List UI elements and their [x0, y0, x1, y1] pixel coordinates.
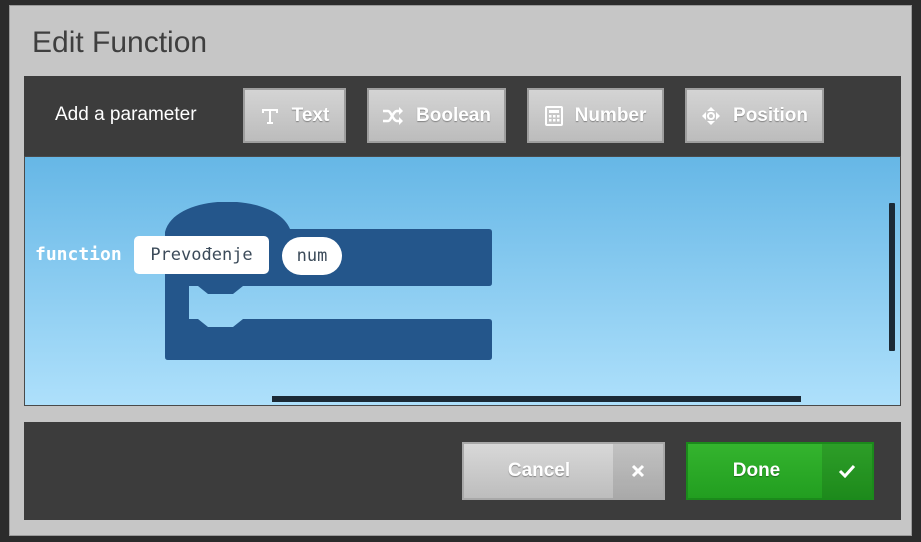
dialog-title: Edit Function	[32, 26, 208, 59]
check-icon	[822, 444, 872, 498]
boolean-button-label: Boolean	[416, 104, 491, 126]
text-button-label: Text	[291, 104, 330, 126]
move-icon	[701, 106, 721, 126]
calculator-icon	[544, 105, 563, 126]
parameter-chip-num[interactable]: num	[282, 237, 342, 275]
function-name-field[interactable]: Prevođenje	[134, 236, 269, 274]
horizontal-scrollbar[interactable]	[272, 396, 801, 402]
function-keyword: function	[35, 244, 122, 265]
shuffle-icon	[382, 106, 404, 126]
function-definition-block[interactable]	[165, 202, 495, 402]
position-button-label: Position	[733, 104, 808, 126]
add-parameter-label: Add a parameter	[55, 104, 197, 125]
add-number-parameter-button[interactable]: Number	[527, 88, 664, 143]
cancel-button-label: Cancel	[507, 460, 571, 481]
done-button[interactable]: Done	[686, 442, 874, 500]
text-icon	[260, 106, 280, 126]
add-boolean-parameter-button[interactable]: Boolean	[367, 88, 506, 143]
add-text-parameter-button[interactable]: Text	[243, 88, 346, 143]
edit-function-dialog: Edit Function Add a parameter Text Boole…	[9, 5, 912, 536]
vertical-scrollbar[interactable]	[889, 203, 895, 351]
dialog-footer: Cancel Done	[24, 422, 901, 520]
cancel-button[interactable]: Cancel	[462, 442, 665, 500]
close-icon	[613, 444, 663, 498]
block-workspace[interactable]: function Prevođenje num	[24, 156, 901, 406]
add-position-parameter-button[interactable]: Position	[685, 88, 824, 143]
number-button-label: Number	[574, 104, 647, 126]
done-button-label: Done	[732, 460, 781, 481]
add-parameter-bar: Add a parameter Text Boolean Number Posi…	[24, 76, 901, 156]
